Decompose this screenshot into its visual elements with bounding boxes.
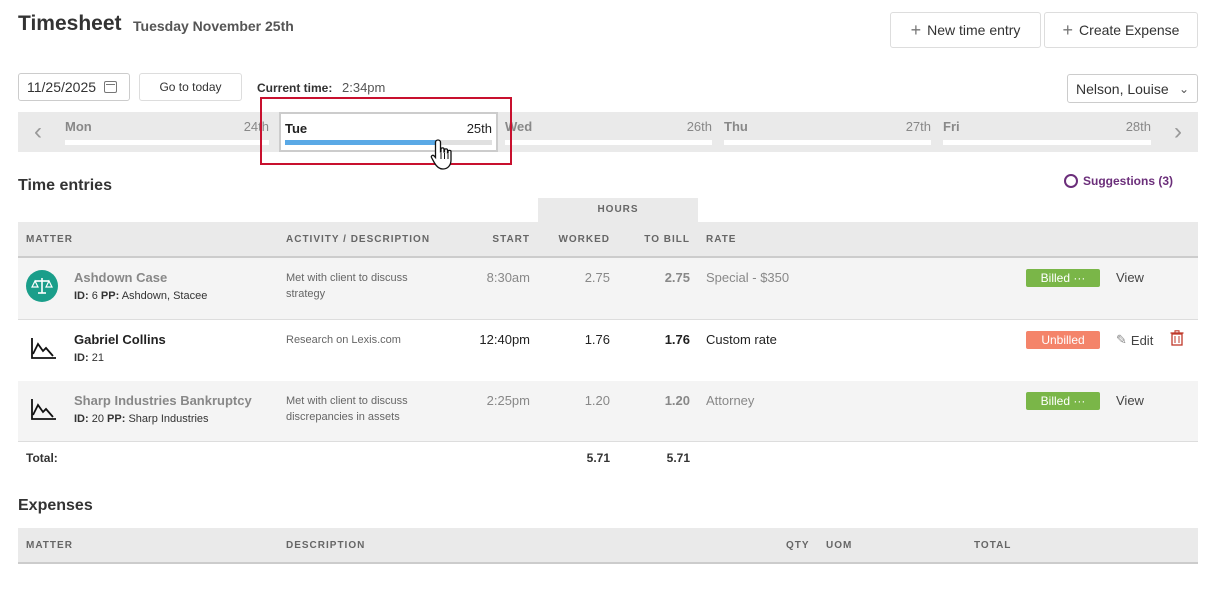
col-start: START <box>492 234 530 245</box>
entry-worked: 1.20 <box>584 393 610 408</box>
day-number: 28th <box>1125 119 1151 134</box>
entry-description: Met with client to discuss strategy <box>286 272 408 300</box>
entry-start: 12:40pm <box>479 332 530 347</box>
entry-worked: 1.76 <box>584 332 610 347</box>
date-value: 11/25/2025 <box>27 79 97 95</box>
plus-icon: + <box>1062 20 1074 40</box>
table-row[interactable]: Sharp Industries Bankruptcy ID: 20 PP: S… <box>18 381 1198 442</box>
day-tab-thu[interactable]: Thu 27th <box>720 112 935 152</box>
calendar-icon[interactable] <box>104 81 118 93</box>
day-progress-bar <box>724 140 931 145</box>
current-time-value: 2:34pm <box>342 80 386 95</box>
go-to-today-button[interactable]: Go to today <box>139 73 242 101</box>
expenses-header: MATTER DESCRIPTION QTY UOM TOTAL <box>18 528 1198 564</box>
exp-col-uom: UOM <box>826 540 853 551</box>
time-entries-header: MATTER ACTIVITY / DESCRIPTION START WORK… <box>18 222 1198 258</box>
create-expense-label: Create Expense <box>1079 22 1180 38</box>
day-tab-fri[interactable]: Fri 28th <box>939 112 1155 152</box>
edit-link[interactable]: ✎ Edit <box>1116 332 1153 348</box>
chevron-right-icon: › <box>1174 118 1182 145</box>
col-to-bill: TO BILL <box>644 234 690 245</box>
matter-name[interactable]: Ashdown Case <box>74 270 167 285</box>
suggestions-icon <box>1064 174 1078 188</box>
chevron-down-icon: ⌄ <box>1178 81 1189 96</box>
trash-icon[interactable] <box>1170 330 1184 346</box>
user-select-value: Nelson, Louise <box>1076 80 1169 97</box>
entry-worked: 2.75 <box>584 270 610 285</box>
day-progress-bar <box>505 140 712 145</box>
exp-col-matter: MATTER <box>26 540 73 551</box>
create-expense-button[interactable]: + Create Expense <box>1044 12 1198 48</box>
day-progress-bar <box>65 140 269 145</box>
day-number: 27th <box>905 119 931 134</box>
pencil-icon: ✎ <box>1116 332 1127 347</box>
user-select[interactable]: Nelson, Louise ⌄ <box>1067 74 1198 103</box>
status-badge[interactable]: Billed ··· <box>1026 392 1100 410</box>
entry-to-bill: 2.75 <box>664 270 690 285</box>
table-row[interactable]: Ashdown Case ID: 6 PP: Ashdown, Stacee M… <box>18 258 1198 320</box>
matter-name[interactable]: Gabriel Collins <box>74 332 166 347</box>
suggestions-label: Suggestions (3) <box>1083 174 1174 188</box>
chart-down-icon <box>31 399 56 420</box>
time-entries-title: Time entries <box>18 177 112 194</box>
chart-down-icon <box>31 338 56 359</box>
next-week-button[interactable]: › <box>1158 112 1198 152</box>
hand-cursor-icon <box>430 139 452 170</box>
plus-icon: + <box>910 20 922 40</box>
scales-icon <box>26 270 58 302</box>
total-to-bill: 5.71 <box>666 451 690 465</box>
entry-rate: Attorney <box>706 393 755 408</box>
col-matter: MATTER <box>26 234 73 245</box>
entry-description: Met with client to discuss discrepancies… <box>286 395 408 423</box>
view-link[interactable]: View <box>1116 393 1144 408</box>
new-time-entry-button[interactable]: + New time entry <box>890 12 1041 48</box>
matter-meta: ID: 6 PP: Ashdown, Stacee <box>74 290 208 302</box>
page-subtitle: Tuesday November 25th <box>133 18 294 34</box>
total-worked: 5.71 <box>586 451 610 465</box>
entry-start: 2:25pm <box>486 393 530 408</box>
selection-highlight-box <box>260 97 512 165</box>
matter-meta: ID: 20 PP: Sharp Industries <box>74 413 209 425</box>
prev-week-button[interactable]: ‹ <box>18 112 58 152</box>
total-label: Total: <box>26 451 58 465</box>
day-name: Thu <box>724 119 748 134</box>
suggestions-link[interactable]: Suggestions (3) <box>1064 174 1173 188</box>
expenses-title: Expenses <box>18 497 93 514</box>
entry-rate: Special - $350 <box>706 270 790 285</box>
matter-name[interactable]: Sharp Industries Bankruptcy <box>74 393 252 408</box>
day-name: Mon <box>65 119 92 134</box>
page-title: Timesheet <box>18 12 122 35</box>
chevron-left-icon: ‹ <box>34 118 42 145</box>
matter-meta: ID: 21 <box>74 352 104 364</box>
day-progress-bar <box>943 140 1151 145</box>
entry-rate: Custom rate <box>706 332 777 347</box>
day-tab-mon[interactable]: Mon 24th <box>61 112 273 152</box>
date-input[interactable]: 11/25/2025 <box>18 73 130 101</box>
view-link[interactable]: View <box>1116 270 1144 285</box>
col-activity: ACTIVITY / DESCRIPTION <box>286 234 431 245</box>
current-time-label: Current time: <box>257 81 333 95</box>
exp-col-total: TOTAL <box>974 540 1012 551</box>
status-badge[interactable]: Billed ··· <box>1026 269 1100 287</box>
hours-group-header: HOURS <box>538 198 698 222</box>
col-worked: WORKED <box>558 234 610 245</box>
day-name: Fri <box>943 119 960 134</box>
new-time-entry-label: New time entry <box>927 22 1021 38</box>
exp-col-qty: QTY <box>786 540 810 551</box>
day-tab-wed[interactable]: Wed 26th <box>501 112 716 152</box>
col-rate: RATE <box>706 234 737 245</box>
entry-to-bill: 1.20 <box>664 393 690 408</box>
status-badge[interactable]: Unbilled <box>1026 331 1100 349</box>
entry-to-bill: 1.76 <box>664 332 690 347</box>
table-row[interactable]: Gabriel Collins ID: 21 Research on Lexis… <box>18 320 1198 382</box>
exp-col-description: DESCRIPTION <box>286 540 366 551</box>
entry-start: 8:30am <box>486 270 530 285</box>
entry-description: Research on Lexis.com <box>286 334 401 346</box>
day-number: 26th <box>686 119 712 134</box>
